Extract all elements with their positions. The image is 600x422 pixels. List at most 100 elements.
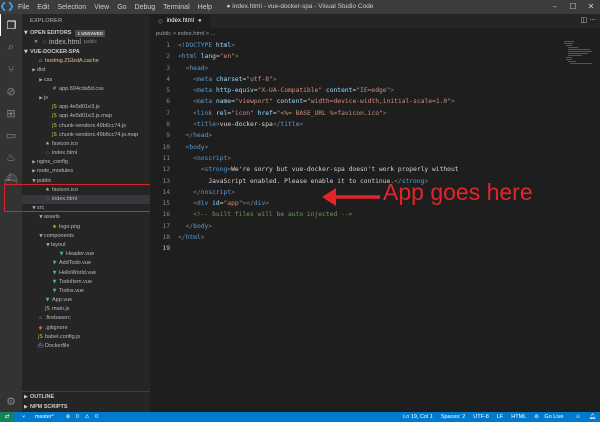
line-number: 6: [166, 98, 170, 106]
project-folder-header[interactable]: ▼ VUE-DOCKER-SPA: [22, 47, 150, 57]
file-item[interactable]: ▼ HelloWorld.vue: [22, 269, 150, 278]
folder-item[interactable]: ▶ nginx_config: [22, 158, 150, 167]
file-item[interactable]: ▫ hosting.ZGlzdA.cache: [22, 57, 150, 66]
file-item[interactable]: ★ logo.png: [22, 223, 150, 232]
code-line[interactable]: 8 <title>vue-docker-spa</title>: [150, 119, 600, 130]
file-item[interactable]: ★ favicon.ico: [22, 140, 150, 149]
folder-item[interactable]: ▼ assets: [22, 213, 150, 222]
file-item[interactable]: ◇ index.html: [22, 149, 150, 158]
file-item[interactable]: JS babel.config.js: [22, 333, 150, 342]
js-file-icon: JS: [52, 122, 57, 129]
search-icon[interactable]: ⌕: [0, 36, 22, 58]
language-mode[interactable]: HTML: [507, 414, 530, 420]
firebase-icon[interactable]: ♨: [0, 146, 22, 168]
code-line[interactable]: 19: [150, 243, 600, 254]
file-item[interactable]: JS chunk-vendors.49b6cc74.js.map: [22, 131, 150, 140]
file-item[interactable]: ▼ AddTodo.vue: [22, 259, 150, 268]
encoding[interactable]: UTF-8: [469, 414, 493, 420]
code-line[interactable]: 4 <meta charset="utf-8">: [150, 74, 600, 85]
open-editor-item[interactable]: ✕ ◇ index.html public: [22, 38, 150, 47]
menu-item-terminal[interactable]: Terminal: [159, 4, 193, 11]
file-item[interactable]: ▼ TodoItem.vue: [22, 278, 150, 287]
file-item[interactable]: ▼ App.vue: [22, 296, 150, 305]
file-item[interactable]: JS app.4e5d01e3.js: [22, 103, 150, 112]
code-line[interactable]: 5 <meta http-equiv="X-UA-Compatible" con…: [150, 85, 600, 96]
outline-header[interactable]: ▶ OUTLINE: [22, 392, 150, 402]
open-editors-header[interactable]: ▼ OPEN EDITORS 1 UNSAVED: [22, 28, 150, 38]
menu-item-view[interactable]: View: [90, 4, 113, 11]
go-live-button[interactable]: ⊚ Go Live: [530, 414, 571, 420]
code-line[interactable]: 18 </html>: [150, 232, 600, 243]
file-item[interactable]: # app.694cda5d.css: [22, 85, 150, 94]
file-item[interactable]: ⛴ Dockerfile: [22, 342, 150, 351]
extensions-icon[interactable]: ⊞: [0, 102, 22, 124]
code-line[interactable]: 9 </head>: [150, 130, 600, 141]
code-line[interactable]: 1 <!DOCTYPE html>: [150, 40, 600, 51]
code-line[interactable]: 10 <body>: [150, 142, 600, 153]
file-item[interactable]: ▼ Header.vue: [22, 250, 150, 259]
git-branch[interactable]: ⑂ master*: [14, 414, 62, 420]
npm-scripts-header[interactable]: ▶ NPM SCRIPTS: [22, 402, 150, 412]
line-ending[interactable]: LF: [493, 414, 507, 420]
minimap[interactable]: [564, 40, 592, 70]
feedback-icon[interactable]: ☺: [571, 414, 585, 420]
notifications-bell-icon[interactable]: 🔔︎: [585, 414, 600, 420]
code-line[interactable]: 2 <html lang="en">: [150, 51, 600, 62]
folder-item[interactable]: ▶ js: [22, 94, 150, 103]
source-control-icon[interactable]: ⑂: [0, 58, 22, 80]
line-number: 8: [166, 121, 170, 129]
code-text: <title>vue-docker-spa</title>: [193, 121, 304, 129]
folder-item[interactable]: ▼ components: [22, 232, 150, 241]
breadcrumb[interactable]: public > index.html > ...: [150, 28, 600, 40]
close-icon[interactable]: ✕: [582, 0, 600, 14]
folder-item[interactable]: ▶ css: [22, 76, 150, 85]
code-line[interactable]: 3 <head>: [150, 63, 600, 74]
folder-item[interactable]: ▶ node_modules: [22, 167, 150, 176]
file-item[interactable]: ♨ .firebaserc: [22, 314, 150, 323]
tab-index-html[interactable]: ◇ index.html ●: [150, 14, 210, 28]
cursor-position[interactable]: Ln 19, Col 1: [399, 414, 437, 420]
code-line[interactable]: 16 <!-- built files will be auto injecte…: [150, 209, 600, 220]
menu-item-selection[interactable]: Selection: [53, 4, 90, 11]
line-number: 19: [162, 245, 170, 253]
menu-item-go[interactable]: Go: [113, 4, 130, 11]
close-icon[interactable]: ✕: [34, 38, 41, 47]
public-folder-highlight-box: [4, 184, 154, 212]
split-editor-icon[interactable]: ◫ ···: [580, 16, 596, 24]
unsaved-dot-icon[interactable]: ●: [198, 18, 202, 24]
file-item[interactable]: JS app.4e5d01e3.js.map: [22, 112, 150, 121]
folder-item[interactable]: ▼ layout: [22, 241, 150, 250]
code-line[interactable]: 17 </body>: [150, 221, 600, 232]
remote-icon[interactable]: ⇄: [0, 412, 14, 422]
indentation[interactable]: Spaces: 2: [437, 414, 469, 420]
folder-item[interactable]: ▶ dist: [22, 66, 150, 75]
code-line[interactable]: 12 <strong>We're sorry but vue-docker-sp…: [150, 164, 600, 175]
menu-item-help[interactable]: Help: [194, 4, 216, 11]
code-line[interactable]: 11 <noscript>: [150, 153, 600, 164]
problems-indicator[interactable]: ⊗ 0 ⚠ 0: [62, 414, 106, 420]
vue-file-icon: ▼: [52, 287, 57, 294]
debug-icon[interactable]: ⊘: [0, 80, 22, 102]
remote-explorer-icon[interactable]: ▭: [0, 124, 22, 146]
file-item[interactable]: JS chunk-vendors.49b6cc74.js: [22, 122, 150, 131]
minimize-icon[interactable]: –: [546, 0, 564, 14]
line-number: 10: [162, 143, 170, 151]
menu-item-debug[interactable]: Debug: [131, 4, 160, 11]
js-file-icon: JS: [45, 306, 50, 313]
explorer-icon[interactable]: ❐: [0, 14, 22, 36]
menu-item-edit[interactable]: Edit: [33, 4, 53, 11]
code-text: <noscript>: [193, 154, 232, 162]
code-line[interactable]: 6 <meta name="viewport" content="width=d…: [150, 96, 600, 107]
menu-item-file[interactable]: File: [14, 4, 33, 11]
code-text: <html lang="en">: [178, 53, 239, 61]
html-file-icon: ◇: [158, 18, 163, 25]
maximize-icon[interactable]: ☐: [564, 0, 582, 14]
file-item[interactable]: ◆ .gitignore: [22, 324, 150, 333]
settings-gear-icon[interactable]: ⚙: [0, 390, 22, 412]
file-item[interactable]: ▼ Todos.vue: [22, 287, 150, 296]
code-text: </head>: [185, 132, 213, 140]
code-editor[interactable]: 1 <!DOCTYPE html> 2 <html lang="en"> 3 <head…: [150, 40, 600, 255]
code-line[interactable]: 7 <link rel="icon" href="<%= BASE_URL %>…: [150, 108, 600, 119]
line-number: 3: [166, 64, 170, 72]
file-item[interactable]: JS main.js: [22, 305, 150, 314]
